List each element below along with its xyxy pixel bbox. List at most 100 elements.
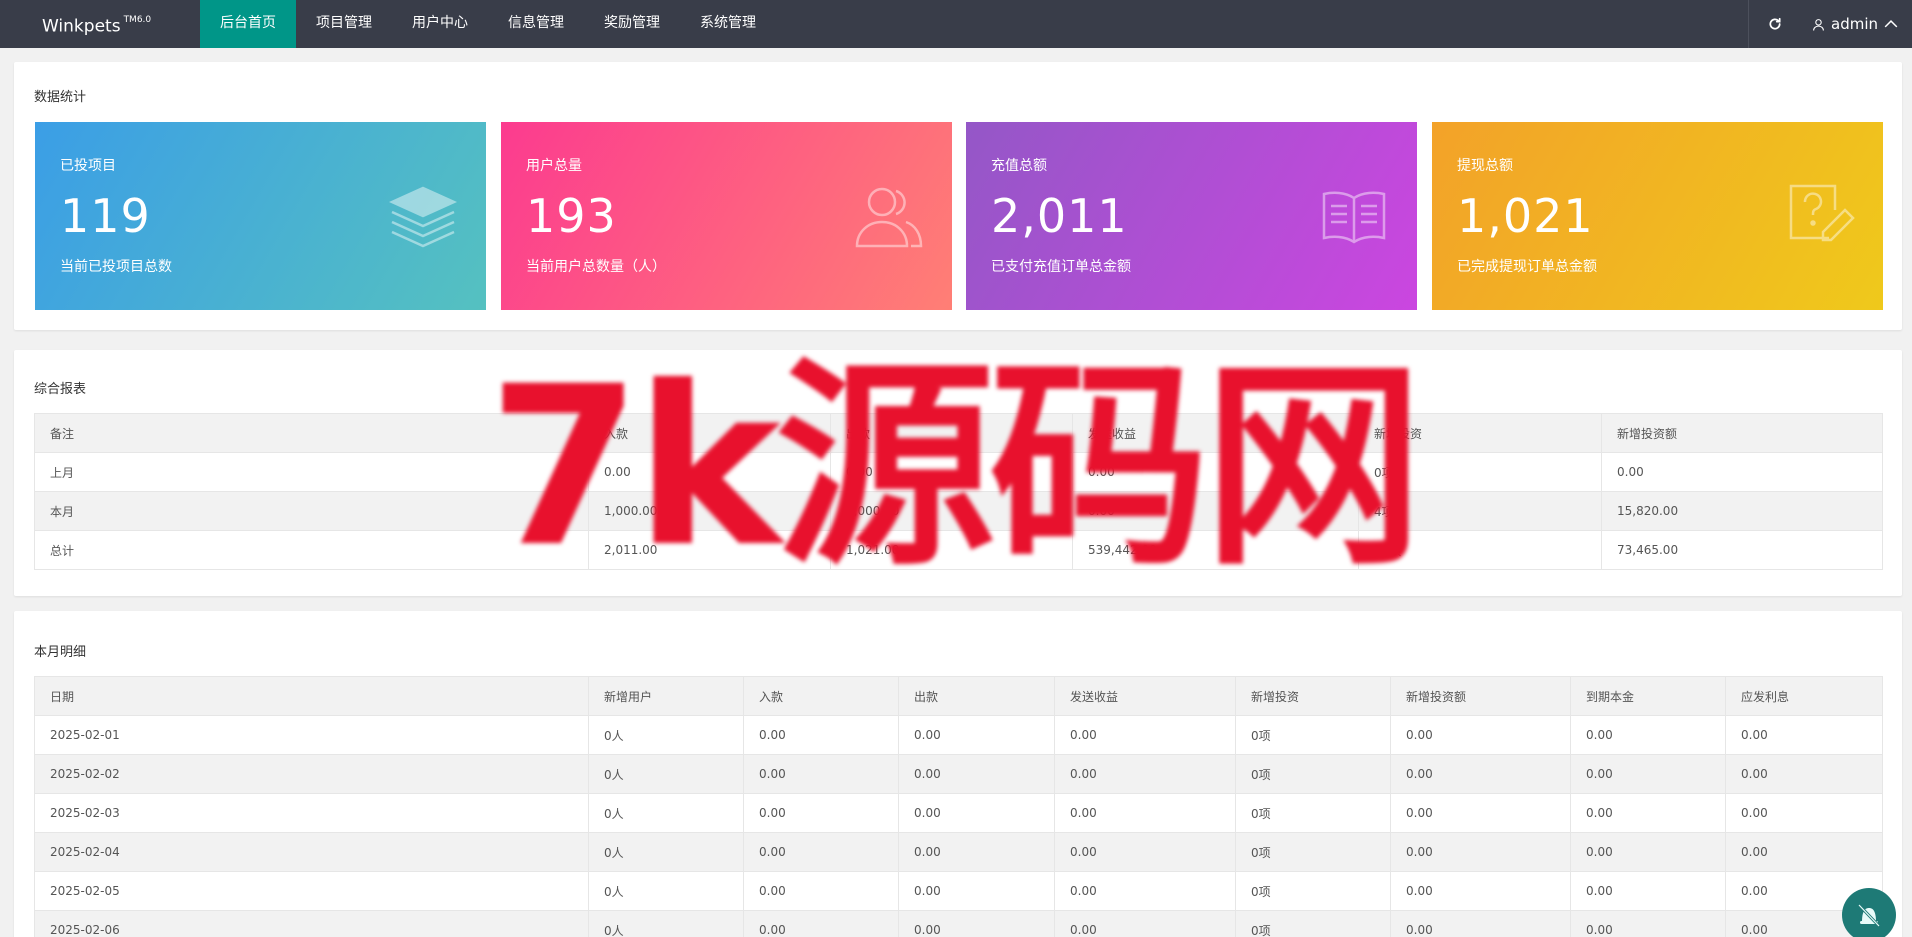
table-cell: 0人 bbox=[588, 832, 744, 872]
nav-users[interactable]: 用户中心 bbox=[392, 0, 488, 48]
table-cell: 0.00 bbox=[1570, 910, 1726, 937]
table-cell: 0.00 bbox=[1601, 452, 1883, 492]
refresh-button[interactable] bbox=[1748, 0, 1800, 48]
table-cell: 73,465.00 bbox=[1601, 530, 1883, 570]
stats-title: 数据统计 bbox=[34, 90, 87, 105]
table-cell: 0.00 bbox=[1390, 910, 1571, 937]
table-cell: 2025-02-01 bbox=[34, 715, 589, 755]
table-cell: 0.00 bbox=[1570, 871, 1726, 911]
main-nav: 后台首页 项目管理 用户中心 信息管理 奖励管理 系统管理 bbox=[200, 0, 776, 48]
watermark: 7k源码网 bbox=[488, 339, 1423, 595]
users-icon bbox=[855, 187, 923, 248]
refresh-icon bbox=[1769, 17, 1781, 30]
book-icon bbox=[1322, 191, 1386, 244]
table-cell: 0.00 bbox=[1054, 871, 1236, 911]
table-cell: 2025-02-02 bbox=[34, 754, 589, 794]
table-cell: 0.00 bbox=[898, 754, 1055, 794]
stat-value: 2,011 bbox=[991, 189, 1128, 243]
stat-desc: 已支付充值订单总金额 bbox=[991, 259, 1131, 275]
stat-title: 充值总额 bbox=[991, 158, 1047, 174]
table-row: 2025-02-04 0人 0.00 0.00 0.00 0项 0.00 0.00 0.00 bbox=[34, 832, 1883, 872]
edit-icon bbox=[1789, 184, 1855, 242]
detail-table: 日期 新增用户 入款 出款 发送收益 新增投资 新增投资额 到期本金 应发利息 … bbox=[34, 676, 1883, 937]
user-icon bbox=[1813, 18, 1824, 31]
stat-card-projects[interactable]: 已投项目 119 当前已投项目总数 bbox=[35, 122, 486, 310]
table-cell: 0项 bbox=[1235, 871, 1391, 911]
stat-card-recharge[interactable]: 充值总额 2,011 已支付充值订单总金额 bbox=[966, 122, 1417, 310]
table-cell: 0.00 bbox=[1725, 832, 1883, 872]
nav-system[interactable]: 系统管理 bbox=[680, 0, 776, 48]
table-cell: 0.00 bbox=[1054, 910, 1236, 937]
stat-value: 193 bbox=[526, 189, 617, 243]
table-row: 2025-02-03 0人 0.00 0.00 0.00 0项 0.00 0.00 0.00 bbox=[34, 793, 1883, 833]
table-cell: 2025-02-06 bbox=[34, 910, 589, 937]
table-cell: 0项 bbox=[1235, 715, 1391, 755]
report-title: 综合报表 bbox=[34, 382, 87, 397]
table-row: 2025-02-05 0人 0.00 0.00 0.00 0项 0.00 0.00 0.00 bbox=[34, 871, 1883, 911]
stat-desc: 当前用户总数量（人） bbox=[526, 259, 666, 275]
column-header: 日期 bbox=[34, 676, 589, 716]
stat-value: 119 bbox=[60, 189, 151, 243]
table-cell: 0项 bbox=[1235, 832, 1391, 872]
table-cell: 2025-02-05 bbox=[34, 871, 589, 911]
table-cell: 0.00 bbox=[1054, 793, 1236, 833]
stat-card-withdraw[interactable]: 提现总额 1,021 已完成提现订单总金额 bbox=[1432, 122, 1883, 310]
column-header: 新增投资额 bbox=[1601, 413, 1883, 453]
table-cell: 0人 bbox=[588, 715, 744, 755]
column-header: 出款 bbox=[898, 676, 1055, 716]
table-cell: 0.00 bbox=[743, 754, 899, 794]
column-header: 新增用户 bbox=[588, 676, 744, 716]
table-cell: 0项 bbox=[1235, 910, 1391, 937]
stat-card-users[interactable]: 用户总量 193 当前用户总数量（人） bbox=[501, 122, 952, 310]
stat-desc: 当前已投项目总数 bbox=[60, 259, 172, 275]
column-header: 新增投资 bbox=[1235, 676, 1391, 716]
column-header: 应发利息 bbox=[1725, 676, 1883, 716]
user-menu[interactable]: admin bbox=[1812, 0, 1898, 48]
table-cell: 0项 bbox=[1235, 754, 1391, 794]
table-cell: 0.00 bbox=[898, 871, 1055, 911]
table-cell: 0.00 bbox=[1570, 754, 1726, 794]
table-cell: 0.00 bbox=[1390, 832, 1571, 872]
nav-home[interactable]: 后台首页 bbox=[200, 0, 296, 48]
table-cell: 0.00 bbox=[898, 910, 1055, 937]
table-cell: 0项 bbox=[1235, 793, 1391, 833]
bell-off-icon bbox=[1857, 903, 1881, 928]
table-cell: 0人 bbox=[588, 754, 744, 794]
stat-desc: 已完成提现订单总金额 bbox=[1457, 259, 1597, 275]
table-cell: 0.00 bbox=[1570, 832, 1726, 872]
table-cell: 2025-02-04 bbox=[34, 832, 589, 872]
table-cell: 0.00 bbox=[743, 871, 899, 911]
stat-title: 用户总量 bbox=[526, 158, 582, 174]
table-row: 2025-02-01 0人 0.00 0.00 0.00 0项 0.00 0.00 0.00 bbox=[34, 715, 1883, 755]
table-cell: 0.00 bbox=[1725, 715, 1883, 755]
table-cell: 2025-02-03 bbox=[34, 793, 589, 833]
table-cell: 0.00 bbox=[1054, 715, 1236, 755]
table-cell: 0.00 bbox=[1390, 754, 1571, 794]
top-navbar: Winkpets TM6.0 后台首页 项目管理 用户中心 信息管理 奖励管理 系… bbox=[0, 0, 1912, 48]
table-cell: 0人 bbox=[588, 793, 744, 833]
table-cell: 0.00 bbox=[1390, 715, 1571, 755]
nav-rewards[interactable]: 奖励管理 bbox=[584, 0, 680, 48]
stat-value: 1,021 bbox=[1457, 189, 1594, 243]
table-cell: 0人 bbox=[588, 910, 744, 937]
table-cell: 0人 bbox=[588, 871, 744, 911]
table-cell: 0.00 bbox=[743, 715, 899, 755]
logo-version: TM6.0 bbox=[123, 15, 152, 25]
detail-title: 本月明细 bbox=[34, 645, 87, 660]
table-cell: 0.00 bbox=[898, 793, 1055, 833]
table-cell: 0.00 bbox=[1570, 715, 1726, 755]
floating-button[interactable] bbox=[1842, 888, 1896, 937]
table-cell: 0.00 bbox=[743, 910, 899, 937]
layers-icon bbox=[388, 186, 458, 248]
table-cell: 0.00 bbox=[1390, 793, 1571, 833]
table-cell: 0.00 bbox=[1390, 871, 1571, 911]
table-cell: 0.00 bbox=[898, 832, 1055, 872]
logo[interactable]: Winkpets TM6.0 bbox=[42, 0, 151, 48]
nav-info[interactable]: 信息管理 bbox=[488, 0, 584, 48]
username: admin bbox=[1831, 15, 1878, 33]
nav-projects[interactable]: 项目管理 bbox=[296, 0, 392, 48]
table-cell: 15,820.00 bbox=[1601, 491, 1883, 531]
table-cell: 0.00 bbox=[898, 715, 1055, 755]
chevron-up-icon bbox=[1884, 20, 1898, 28]
column-header: 新增投资额 bbox=[1390, 676, 1571, 716]
